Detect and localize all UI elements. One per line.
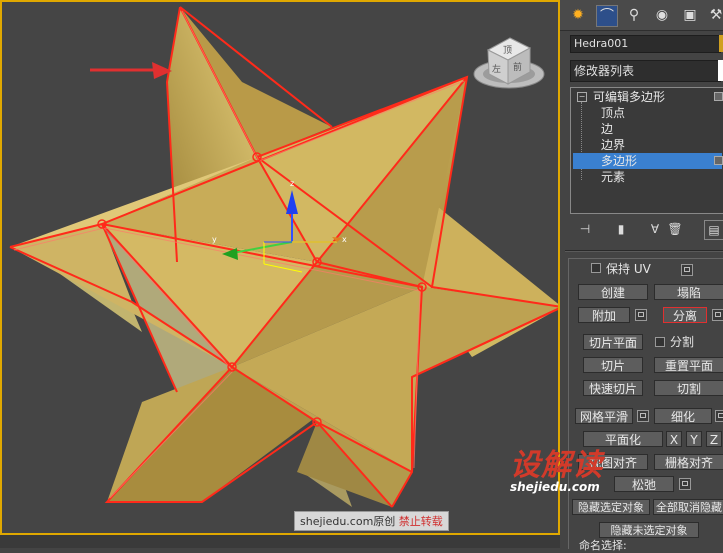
watermark-note: 禁止转载: [398, 515, 443, 528]
slice-button[interactable]: 切片: [583, 357, 643, 373]
stack-item-polygon[interactable]: 多边形: [573, 153, 722, 169]
hide-selected-button[interactable]: 隐藏选定对象: [572, 499, 650, 515]
viewcube[interactable]: 顶 左 前: [473, 37, 545, 89]
gizmo-x-label: x: [342, 235, 347, 244]
object-name-field[interactable]: Hedra001: [570, 35, 721, 53]
planar-x-button[interactable]: X: [666, 431, 682, 447]
stack-item-edge[interactable]: 边: [601, 121, 613, 137]
stack-polygon-light-icon[interactable]: [714, 156, 723, 165]
show-end-result-icon[interactable]: ▮: [612, 220, 630, 238]
viewport-bottom-strip: [0, 535, 560, 548]
split-label: 分割: [670, 335, 695, 349]
cut-button[interactable]: 切割: [654, 380, 723, 396]
create-tab-icon[interactable]: ✹: [568, 5, 588, 25]
motion-tab-icon[interactable]: ◉: [652, 5, 672, 25]
create-button[interactable]: 创建: [578, 284, 648, 300]
planar-z-button[interactable]: Z: [706, 431, 722, 447]
relax-settings-icon[interactable]: [679, 478, 691, 490]
meshsmooth-settings-icon[interactable]: [637, 410, 649, 422]
watermark-site: shejiedu.com原创: [300, 515, 396, 528]
detach-settings-icon[interactable]: [712, 309, 723, 321]
unhide-all-button[interactable]: 全部取消隐藏: [653, 499, 723, 515]
display-tab-icon[interactable]: ▣: [680, 5, 700, 25]
modifier-list-dropdown[interactable]: 修改器列表: [570, 60, 721, 82]
stack-root-light-icon[interactable]: [714, 92, 723, 101]
gizmo-z-label: z: [290, 179, 294, 188]
grid-align-button[interactable]: 栅格对齐: [654, 454, 723, 470]
site-logo-watermark: 设解读 shejiedu.com: [510, 440, 660, 494]
stack-item-border[interactable]: 边界: [601, 137, 625, 153]
keep-uv-settings-icon[interactable]: [681, 264, 693, 276]
stack-item-vertex[interactable]: 顶点: [601, 105, 625, 121]
attach-settings-icon[interactable]: [635, 309, 647, 321]
viewcube-left: 左: [492, 63, 501, 75]
stack-toolbar: ⊣ ▮ ∀ 🗑 ▤: [570, 220, 723, 240]
attach-button[interactable]: 附加: [578, 307, 630, 323]
hierarchy-tab-icon[interactable]: ⚲: [624, 5, 644, 25]
keep-uv-checkbox[interactable]: [591, 263, 601, 273]
slice-plane-button[interactable]: 切片平面: [583, 334, 643, 350]
planar-y-button[interactable]: Y: [686, 431, 702, 447]
collapse-button[interactable]: 塌陷: [654, 284, 723, 300]
hide-unselected-button[interactable]: 隐藏未选定对象: [599, 522, 699, 538]
keep-uv-label: 保持 UV: [606, 262, 651, 276]
panel-divider: [565, 250, 723, 252]
collapse-toggle-icon[interactable]: −: [577, 92, 587, 102]
modifier-stack: − 可编辑多边形 顶点 边 边界 多边形 元素: [570, 87, 723, 214]
annotation-arrow: [90, 62, 172, 79]
tessellate-button[interactable]: 细化: [654, 408, 712, 424]
modifier-list-arrow[interactable]: [718, 60, 723, 81]
pin-stack-icon[interactable]: ⊣: [576, 220, 594, 238]
split-checkbox[interactable]: [655, 337, 665, 347]
utilities-tab-icon[interactable]: ⚒: [706, 5, 723, 25]
modify-tab-icon[interactable]: ⌒: [596, 5, 618, 27]
watermark-caption: shejiedu.com原创 禁止转载: [294, 511, 449, 531]
logo-cn-text: 设解读: [510, 448, 603, 483]
make-unique-icon[interactable]: ∀: [646, 220, 664, 238]
configure-sets-icon[interactable]: ▤: [704, 220, 723, 240]
logo-url-text: shejiedu.com: [510, 480, 600, 494]
stack-root-editable-poly[interactable]: 可编辑多边形: [593, 89, 665, 105]
object-color-swatch[interactable]: [719, 35, 723, 52]
quickslice-button[interactable]: 快速切片: [583, 380, 643, 396]
edit-geometry-rollout: 保持 UV 创建 塌陷 附加 分离 切片平面 分割 切片 重置平面 快速切片 切…: [568, 258, 723, 552]
command-panel-tabs: ✹ ⌒ ⚲ ◉ ▣ ⚒: [560, 0, 723, 31]
detach-button[interactable]: 分离: [663, 307, 707, 323]
stellated-hedra-model[interactable]: z y x 顶 左 前: [2, 2, 560, 535]
tessellate-settings-icon[interactable]: [715, 410, 723, 422]
perspective-viewport[interactable]: z y x 顶 左 前 shejiedu.com原创 禁止转载: [0, 0, 560, 535]
viewcube-front: 前: [513, 61, 522, 73]
reset-plane-button[interactable]: 重置平面: [654, 357, 723, 373]
gizmo-y-label: y: [212, 235, 217, 244]
viewcube-top: 顶: [503, 45, 512, 56]
remove-modifier-icon[interactable]: 🗑: [666, 220, 684, 238]
named-selection-label: 命名选择:: [579, 539, 627, 552]
meshsmooth-button[interactable]: 网格平滑: [575, 408, 633, 424]
stack-item-element[interactable]: 元素: [601, 169, 625, 185]
